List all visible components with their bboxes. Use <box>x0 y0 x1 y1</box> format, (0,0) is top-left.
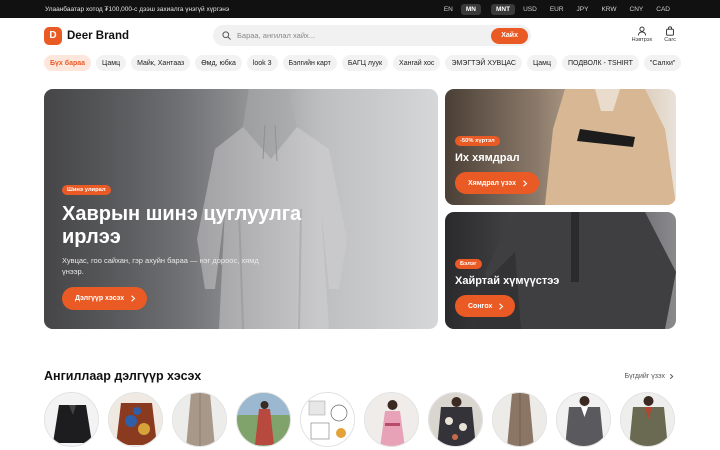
see-all-link[interactable]: Бүгдийг үзэх <box>625 373 674 380</box>
pink-deel-image <box>365 393 418 446</box>
see-all-label: Бүгдийг үзэх <box>624 373 665 380</box>
promo-sale-button[interactable]: Хямдрал үзэх <box>455 172 539 194</box>
black-jacket-image <box>45 393 98 446</box>
currency-krw[interactable]: KRW <box>596 4 621 15</box>
chip-look-3[interactable]: look 3 <box>246 55 278 71</box>
category-beige-skirt[interactable] <box>172 392 227 447</box>
search-bar: Хайх <box>213 25 531 46</box>
currency-usd[interactable]: USD <box>518 4 542 15</box>
brand-name: Deer Brand <box>67 29 129 42</box>
search-icon <box>222 31 231 40</box>
hero-subtitle: Хувцас, гоо сайхан, гэр ахуйн бараа — нэ… <box>62 256 259 276</box>
promo-sale-card[interactable]: -50% хүртэл Их хямдрал Хямдрал үзэх <box>445 89 676 205</box>
announcement-text: Улаанбаатар хотод ₮100,000-с дээш захиал… <box>45 5 230 13</box>
search-input[interactable] <box>237 31 492 40</box>
promo-sale-image <box>545 89 676 205</box>
promo-sale-title: Их хямдрал <box>455 152 520 164</box>
lang-en[interactable]: EN <box>439 4 458 15</box>
chip-khangai-pair[interactable]: Хангай хос <box>393 55 441 71</box>
chevron-right-icon <box>669 373 674 380</box>
beige-skirt-image <box>173 393 226 446</box>
category-pink-deel[interactable] <box>364 392 419 447</box>
cart-button[interactable]: Сагс <box>664 26 676 43</box>
currency-eur[interactable]: EUR <box>545 4 569 15</box>
promo-gift-card[interactable]: Бэлэг Хайртай хүмүүстээ Сонгох <box>445 212 676 329</box>
chip-salkhi[interactable]: "Салхи" <box>643 55 682 71</box>
chip-turtleneck-tshirt[interactable]: ПОДВОЛК - TSHIRT <box>562 55 639 71</box>
hero-title: Хаврын шинэ цуглуулга ирлээ <box>62 203 302 248</box>
category-deel-field[interactable] <box>236 392 291 447</box>
hero-shop-button[interactable]: Дэлгүүр хэсэх <box>62 287 148 310</box>
category-patterned-jacket[interactable] <box>108 392 163 447</box>
grey-shirt-image <box>557 393 610 446</box>
login-button[interactable]: Нэвтрэх <box>631 26 653 43</box>
chevron-right-icon <box>499 302 504 310</box>
promo-gift-title: Хайртай хүмүүстээ <box>455 275 560 287</box>
category-illustration-sheet[interactable] <box>300 392 355 447</box>
announcement-bar: Улаанбаатар хотод ₮100,000-с дээш захиал… <box>0 0 720 18</box>
header-actions: Нэвтрэх Сагс <box>632 26 676 43</box>
promo-sale-label: Хямдрал үзэх <box>468 179 516 187</box>
currency-mnt[interactable]: MNT <box>490 3 516 15</box>
illustration-sheet-image <box>301 393 354 446</box>
promo-gift-label: Сонгох <box>468 302 493 310</box>
category-brown-skirt[interactable] <box>492 392 547 447</box>
currency-cad[interactable]: CAD <box>651 4 675 15</box>
currency-jpy[interactable]: JPY <box>572 4 594 15</box>
chevron-right-icon <box>523 179 528 187</box>
hero-banner[interactable]: Шинэ улирал Хаврын шинэ цуглуулга ирлээ … <box>44 89 438 329</box>
currency-cny[interactable]: CNY <box>625 4 649 15</box>
floral-shirt-image <box>429 393 482 446</box>
logo-mark: D <box>44 26 62 45</box>
category-floral-shirt[interactable] <box>428 392 483 447</box>
chip-gift-card[interactable]: Бэлгийн карт <box>282 55 337 71</box>
site-header: D Deer Brand Хайх Нэвтрэх Сагс <box>0 18 720 53</box>
chip-womens-clothing[interactable]: ЭМЭГТЭЙ ХУВЦАС <box>445 55 522 71</box>
category-olive-shirt[interactable] <box>620 392 675 447</box>
chip-tshirts-vests[interactable]: Майк, Хантааз <box>131 55 191 71</box>
chip-shirts[interactable]: Цамц <box>96 55 127 71</box>
category-circles <box>44 392 676 450</box>
hero-shop-label: Дэлгүүр хэсэх <box>75 295 125 302</box>
search-button[interactable]: Хайх <box>491 27 528 44</box>
patterned-jacket-image <box>109 393 162 446</box>
chevron-right-icon <box>131 295 136 302</box>
section-title: Ангиллаар дэлгүүр хэсэх <box>44 369 202 383</box>
user-icon <box>637 26 647 36</box>
deel-field-image <box>237 393 290 446</box>
language-switcher: EN MN <box>439 3 481 15</box>
chip-bundle-look[interactable]: БАГЦ луук <box>341 55 389 71</box>
brown-skirt-image <box>493 393 546 446</box>
category-grey-shirt[interactable] <box>556 392 611 447</box>
currency-switcher: MNT USD EUR JPY KRW CNY CAD <box>490 3 675 15</box>
chip-shirts-2[interactable]: Цамц <box>526 55 557 71</box>
promo-sale-badge: -50% хүртэл <box>455 136 500 146</box>
login-label: Нэвтрэх <box>631 37 653 43</box>
promo-gift-button[interactable]: Сонгох <box>455 295 516 317</box>
chip-all-products[interactable]: Бүх бараа <box>44 55 92 71</box>
shopping-bag-icon <box>666 26 674 36</box>
category-black-jacket[interactable] <box>44 392 99 447</box>
lang-mn[interactable]: MN <box>460 3 481 15</box>
chip-pants-skirts[interactable]: Өмд, юбка <box>195 55 242 71</box>
olive-shirt-image <box>621 393 674 446</box>
cart-label: Сагс <box>664 37 676 43</box>
promo-gift-badge: Бэлэг <box>455 259 482 269</box>
category-chip-row: Бүх бараа Цамц Майк, Хантааз Өмд, юбка l… <box>44 55 720 72</box>
brand-logo[interactable]: D Deer Brand <box>44 26 214 45</box>
hero-badge: Шинэ улирал <box>62 185 111 195</box>
